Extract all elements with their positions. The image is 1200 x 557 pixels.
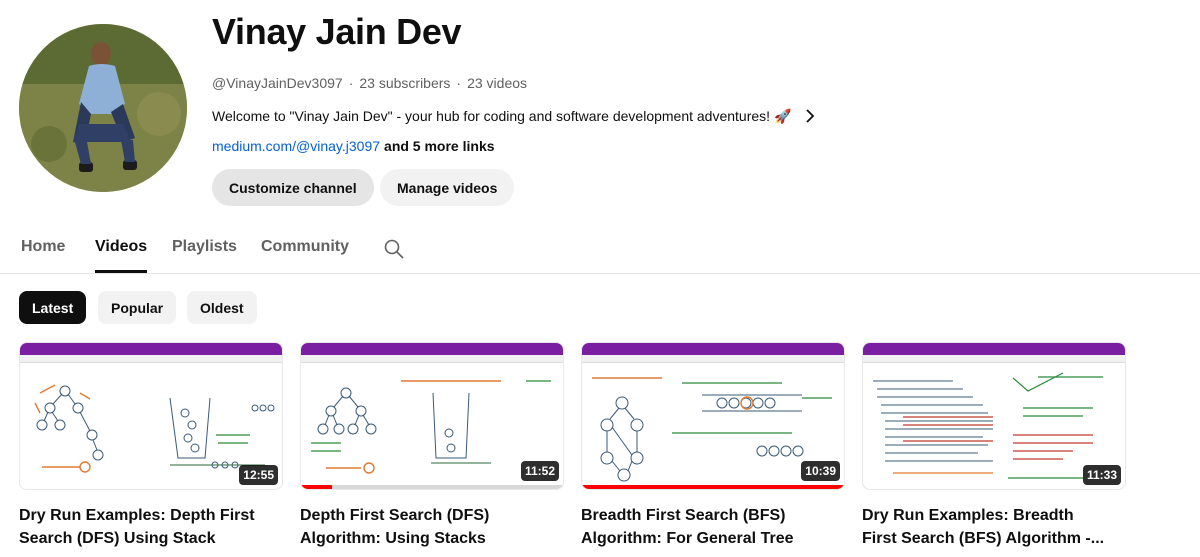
channel-links: medium.com/@vinay.j3097 and 5 more links	[212, 136, 495, 156]
video-title-line: First Search (BFS) Algorithm -...	[862, 530, 1105, 547]
chip-latest[interactable]: Latest	[19, 291, 87, 324]
video-duration: 11:33	[1082, 465, 1121, 485]
video-title-line: Depth First Search (DFS)	[300, 507, 490, 524]
watch-progress-bar	[582, 485, 844, 489]
meta-separator: ·	[456, 75, 462, 91]
video-duration: 10:39	[801, 461, 840, 481]
video-title-line: Algorithm: For General Tree	[581, 530, 794, 547]
video-card[interactable]: 11:33 Dry Run Examples: Breadth First Se…	[862, 342, 1126, 550]
thumbnail-app-header	[582, 343, 844, 355]
channel-link[interactable]: medium.com/@vinay.j3097	[212, 138, 380, 154]
customize-channel-button[interactable]: Customize channel	[212, 169, 374, 206]
thumbnail-toolbar	[582, 355, 844, 363]
channel-name: Vinay Jain Dev	[212, 11, 462, 52]
thumbnail-app-header	[863, 343, 1125, 355]
search-icon[interactable]	[383, 238, 405, 265]
video-thumbnail[interactable]: 10:39	[581, 342, 845, 490]
meta-separator: ·	[348, 75, 354, 91]
video-title-line: Algorithm: Using Stacks	[300, 530, 486, 547]
video-thumbnail[interactable]: 11:33	[862, 342, 1126, 490]
video-title[interactable]: Breadth First Search (BFS) Algorithm: Fo…	[581, 504, 845, 550]
tab-playlists[interactable]: Playlists	[172, 238, 237, 256]
channel-header: Vinay Jain Dev @VinayJainDev3097 · 23 subs…	[212, 10, 815, 206]
video-thumbnail[interactable]: 12:55	[19, 342, 283, 490]
video-title-line: Dry Run Examples: Breadth	[862, 507, 1074, 524]
video-count: 23 videos	[467, 75, 528, 91]
video-card[interactable]: 11:52 Depth First Search (DFS) Algorithm…	[300, 342, 564, 550]
subscriber-count: 23 subscribers	[359, 75, 451, 91]
channel-description[interactable]: Welcome to "Vinay Jain Dev" - your hub f…	[212, 106, 815, 126]
video-title[interactable]: Depth First Search (DFS) Algorithm: Usin…	[300, 504, 564, 550]
thumbnail-app-header	[20, 343, 282, 355]
more-links-button[interactable]: and 5 more links	[384, 138, 494, 154]
video-title[interactable]: Dry Run Examples: Depth First Search (DF…	[19, 504, 283, 550]
channel-handle: @VinayJainDev3097	[212, 75, 343, 91]
video-duration: 11:52	[520, 461, 559, 481]
video-title-line: Search (DFS) Using Stack	[19, 530, 216, 547]
video-card[interactable]: 12:55 Dry Run Examples: Depth First Sear…	[19, 342, 283, 550]
watch-progress-bar	[301, 485, 333, 489]
tab-community[interactable]: Community	[261, 238, 349, 256]
description-text: Welcome to "Vinay Jain Dev" - your hub f…	[212, 108, 792, 124]
video-title[interactable]: Dry Run Examples: Breadth First Search (…	[862, 504, 1126, 550]
video-title-line: Dry Run Examples: Depth First	[19, 507, 255, 524]
thumbnail-toolbar	[301, 355, 563, 363]
tab-videos[interactable]: Videos	[95, 238, 147, 256]
channel-meta: @VinayJainDev3097 · 23 subscribers · 23 vide…	[212, 74, 527, 92]
watch-progress-track	[301, 485, 563, 489]
thumbnail-app-header	[301, 343, 563, 355]
video-title-line: Breadth First Search (BFS)	[581, 507, 786, 524]
channel-avatar[interactable]	[19, 24, 187, 192]
thumbnail-toolbar	[863, 355, 1125, 363]
active-tab-indicator	[95, 270, 147, 273]
video-thumbnail[interactable]: 11:52	[300, 342, 564, 490]
channel-tabs: Home Videos Playlists Community	[0, 228, 1200, 274]
thumbnail-toolbar	[20, 355, 282, 363]
chip-oldest[interactable]: Oldest	[187, 291, 257, 324]
tab-home[interactable]: Home	[21, 238, 65, 256]
video-card[interactable]: 10:39 Breadth First Search (BFS) Algorit…	[581, 342, 845, 550]
chip-popular[interactable]: Popular	[98, 291, 177, 324]
video-duration: 12:55	[239, 465, 278, 485]
manage-videos-button[interactable]: Manage videos	[380, 169, 515, 206]
chevron-right-icon[interactable]	[805, 109, 815, 123]
